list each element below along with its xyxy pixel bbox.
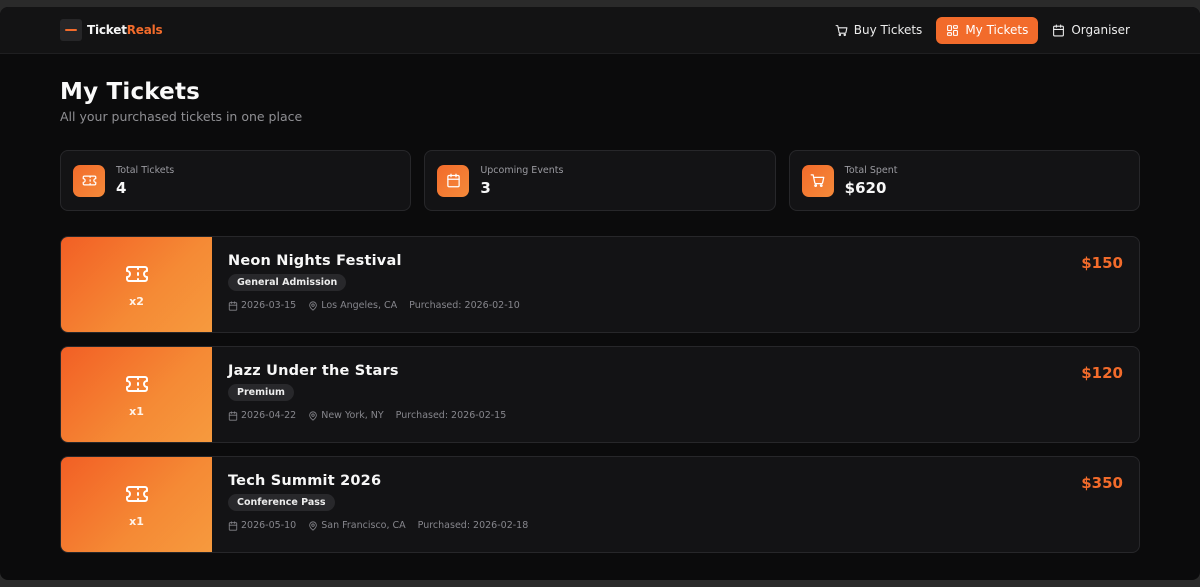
brand-name-part2: Reals bbox=[126, 23, 163, 37]
ticket-badge: x1 bbox=[61, 457, 212, 552]
ticket-type-badge: Premium bbox=[228, 384, 294, 401]
ticket-quantity: x1 bbox=[129, 514, 144, 528]
page-subtitle: All your purchased tickets in one place bbox=[60, 109, 303, 124]
event-date: 2026-04-22 bbox=[228, 410, 296, 421]
ticket-icon bbox=[125, 375, 148, 392]
stat-label: Total Tickets bbox=[116, 164, 175, 176]
calendar-icon bbox=[1053, 24, 1065, 36]
purchase-date: Purchased: 2026-02-18 bbox=[417, 520, 529, 531]
ticket-price: $350 bbox=[1081, 474, 1123, 492]
ticket-badge: x2 bbox=[61, 237, 212, 332]
event-location-text: Los Angeles, CA bbox=[321, 300, 398, 311]
logo-icon bbox=[60, 19, 82, 41]
ticket-meta: 2026-04-22 New York, NY Purchased: 2026-… bbox=[228, 410, 1123, 421]
calendar-icon bbox=[228, 410, 238, 421]
ticket-meta: 2026-05-10 San Francisco, CA Purchased: … bbox=[228, 520, 1123, 531]
calendar-icon bbox=[437, 164, 470, 197]
ticket-card[interactable]: x1 Tech Summit 2026 $350 Conference Pass… bbox=[60, 456, 1140, 553]
main-content: My Tickets All your purchased tickets in… bbox=[0, 54, 1200, 553]
navbar: TicketReals Buy Tickets My Tickets Organ… bbox=[0, 7, 1200, 54]
event-name: Tech Summit 2026 bbox=[228, 473, 382, 489]
ticket-quantity: x1 bbox=[129, 404, 144, 418]
ticket-price: $120 bbox=[1081, 364, 1123, 382]
calendar-icon bbox=[228, 520, 238, 531]
cart-icon bbox=[835, 24, 848, 36]
stat-value: 3 bbox=[480, 178, 491, 197]
map-pin-icon bbox=[309, 521, 317, 531]
event-name: Jazz Under the Stars bbox=[228, 363, 399, 379]
event-date: 2026-03-15 bbox=[228, 300, 296, 311]
stat-value: 4 bbox=[116, 178, 127, 197]
ticket-quantity: x2 bbox=[129, 294, 144, 308]
brand-name-part1: Ticket bbox=[87, 23, 127, 37]
nav-my-tickets[interactable]: My Tickets bbox=[936, 16, 1039, 44]
grid-icon bbox=[947, 24, 959, 36]
ticket-details: Tech Summit 2026 $350 Conference Pass 20… bbox=[212, 457, 1139, 552]
map-pin-icon bbox=[309, 411, 317, 421]
brand[interactable]: TicketReals bbox=[60, 19, 163, 41]
main-nav: Buy Tickets My Tickets Organiser bbox=[825, 16, 1140, 44]
page-title: My Tickets bbox=[60, 79, 201, 105]
ticket-type-badge: General Admission bbox=[228, 274, 347, 291]
event-date-text: 2026-03-15 bbox=[241, 300, 297, 311]
stat-label: Total Spent bbox=[844, 164, 898, 176]
ticket-list: x2 Neon Nights Festival $150 General Adm… bbox=[60, 236, 1140, 553]
ticket-price: $150 bbox=[1081, 254, 1123, 272]
purchase-date: Purchased: 2026-02-10 bbox=[409, 300, 520, 311]
ticket-icon bbox=[73, 164, 105, 197]
nav-organiser-label: Organiser bbox=[1071, 23, 1130, 37]
map-pin-icon bbox=[309, 301, 317, 311]
event-location-text: San Francisco, CA bbox=[321, 520, 406, 531]
stat-label: Upcoming Events bbox=[480, 164, 564, 176]
ticket-meta: 2026-03-15 Los Angeles, CA Purchased: 20… bbox=[228, 300, 1123, 311]
brand-name: TicketReals bbox=[87, 23, 163, 37]
event-location: San Francisco, CA bbox=[308, 520, 406, 531]
ticket-details: Jazz Under the Stars $120 Premium 2026-0… bbox=[212, 347, 1139, 442]
event-date-text: 2026-05-10 bbox=[241, 520, 297, 531]
ticket-details: Neon Nights Festival $150 General Admiss… bbox=[212, 237, 1139, 332]
event-location: New York, NY bbox=[308, 410, 384, 421]
app-window: TicketReals Buy Tickets My Tickets Organ… bbox=[0, 7, 1200, 580]
event-location-text: New York, NY bbox=[321, 410, 384, 421]
ticket-badge: x1 bbox=[61, 347, 212, 442]
nav-buy-tickets[interactable]: Buy Tickets bbox=[825, 17, 933, 44]
nav-my-tickets-label: My Tickets bbox=[965, 23, 1029, 37]
event-date-text: 2026-04-22 bbox=[241, 410, 297, 421]
nav-buy-tickets-label: Buy Tickets bbox=[853, 23, 923, 37]
stat-card-upcoming-events: Upcoming Events 3 bbox=[424, 150, 776, 211]
stat-value: $620 bbox=[844, 178, 887, 197]
nav-organiser[interactable]: Organiser bbox=[1042, 17, 1140, 44]
stat-card-total-spent: Total Spent $620 bbox=[788, 150, 1140, 211]
purchase-date: Purchased: 2026-02-15 bbox=[395, 410, 507, 421]
ticket-icon bbox=[125, 265, 148, 282]
ticket-icon bbox=[125, 485, 148, 502]
event-location: Los Angeles, CA bbox=[308, 300, 397, 311]
stat-card-total-tickets: Total Tickets 4 bbox=[60, 150, 412, 211]
calendar-icon bbox=[228, 300, 238, 311]
ticket-card[interactable]: x1 Jazz Under the Stars $120 Premium 202… bbox=[60, 346, 1140, 443]
event-name: Neon Nights Festival bbox=[228, 253, 402, 269]
ticket-card[interactable]: x2 Neon Nights Festival $150 General Adm… bbox=[60, 236, 1140, 333]
cart-icon bbox=[801, 164, 834, 197]
event-date: 2026-05-10 bbox=[228, 520, 296, 531]
ticket-type-badge: Conference Pass bbox=[228, 494, 335, 511]
stats-row: Total Tickets 4 Upcoming Events 3 Total … bbox=[60, 150, 1140, 211]
